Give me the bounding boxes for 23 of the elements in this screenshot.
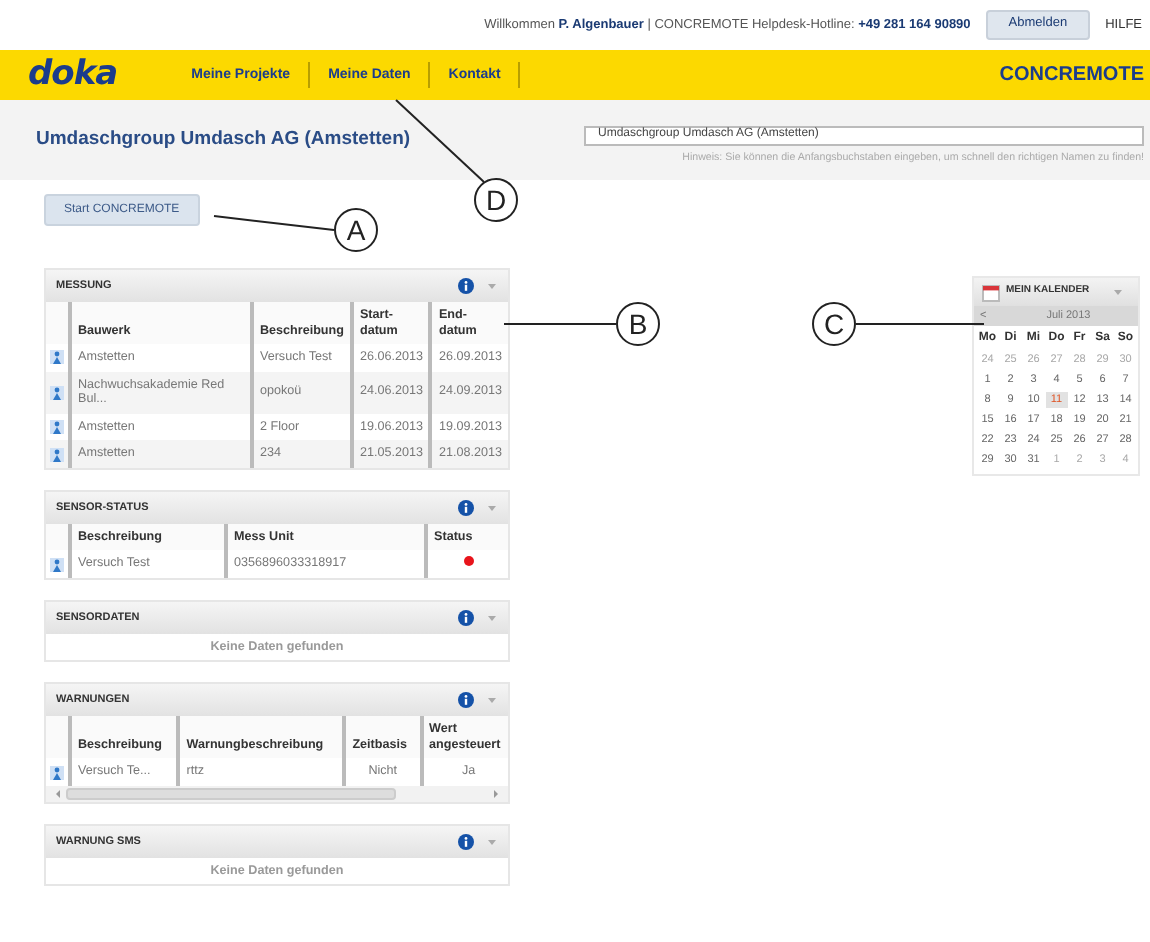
- callout-label: B: [616, 302, 660, 346]
- person-icon[interactable]: [50, 557, 64, 572]
- person-icon[interactable]: [50, 447, 64, 462]
- person-icon[interactable]: [50, 385, 64, 400]
- leader-line: [503, 323, 617, 325]
- info-icon[interactable]: [458, 692, 474, 709]
- info-icon[interactable]: [458, 609, 474, 626]
- calendar-icon[interactable]: [982, 283, 1000, 301]
- leader-line: [855, 323, 985, 325]
- horizontal-scrollbar[interactable]: [46, 786, 508, 802]
- info-icon[interactable]: [458, 278, 474, 294]
- logo[interactable]: doka: [28, 58, 118, 92]
- person-icon[interactable]: [50, 350, 64, 365]
- person-icon[interactable]: [50, 420, 64, 434]
- callout-label: C: [812, 302, 856, 346]
- callout-label: A: [334, 208, 378, 252]
- info-icon[interactable]: [458, 499, 474, 516]
- leader-line: [213, 215, 335, 231]
- person-icon[interactable]: [50, 765, 64, 780]
- callout-label: D: [474, 178, 518, 222]
- brand-name: CONCREMOTE: [999, 62, 1146, 90]
- info-icon[interactable]: [458, 834, 474, 850]
- page-title: Umdaschgroup Umdasch AG (Amstetten): [36, 125, 411, 154]
